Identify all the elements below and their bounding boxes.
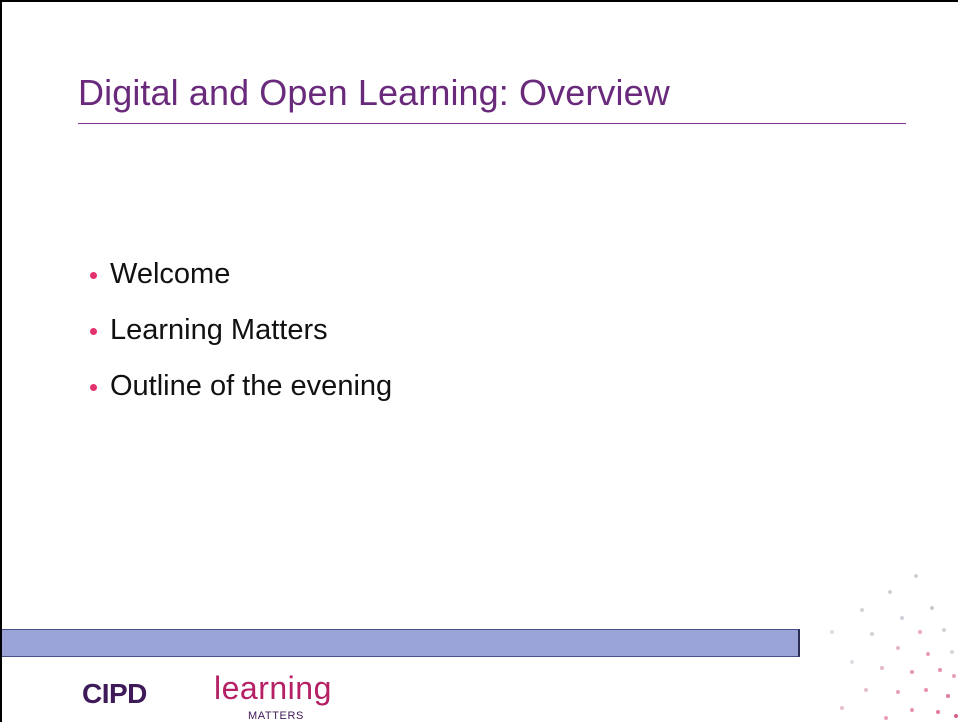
bullet-item: Learning Matters: [90, 310, 392, 350]
bullet-item: Welcome: [90, 254, 392, 294]
cipd-logo: CIPD: [82, 678, 147, 709]
learning-logo-word: learning: [214, 670, 332, 706]
matters-logo-word: MATTERS: [248, 710, 304, 722]
bullet-item: Outline of the evening: [90, 366, 392, 406]
learning-matters-logo: learning MATTERS: [214, 670, 354, 722]
bullet-dot-icon: [90, 328, 97, 335]
bullet-dot-icon: [90, 384, 97, 391]
slide: Digital and Open Learning: Overview Welc…: [0, 0, 958, 722]
bullet-text: Outline of the evening: [110, 369, 393, 402]
bullet-text: Learning Matters: [110, 313, 328, 346]
bullet-text: Welcome: [110, 257, 231, 290]
slide-title: Digital and Open Learning: Overview: [78, 72, 670, 113]
bullet-list: Welcome Learning Matters Outline of the …: [90, 254, 392, 422]
title-underline: [78, 123, 906, 124]
bullet-dot-icon: [90, 272, 97, 279]
decorative-dots-icon: [830, 574, 958, 720]
footer-bar: [2, 629, 800, 657]
